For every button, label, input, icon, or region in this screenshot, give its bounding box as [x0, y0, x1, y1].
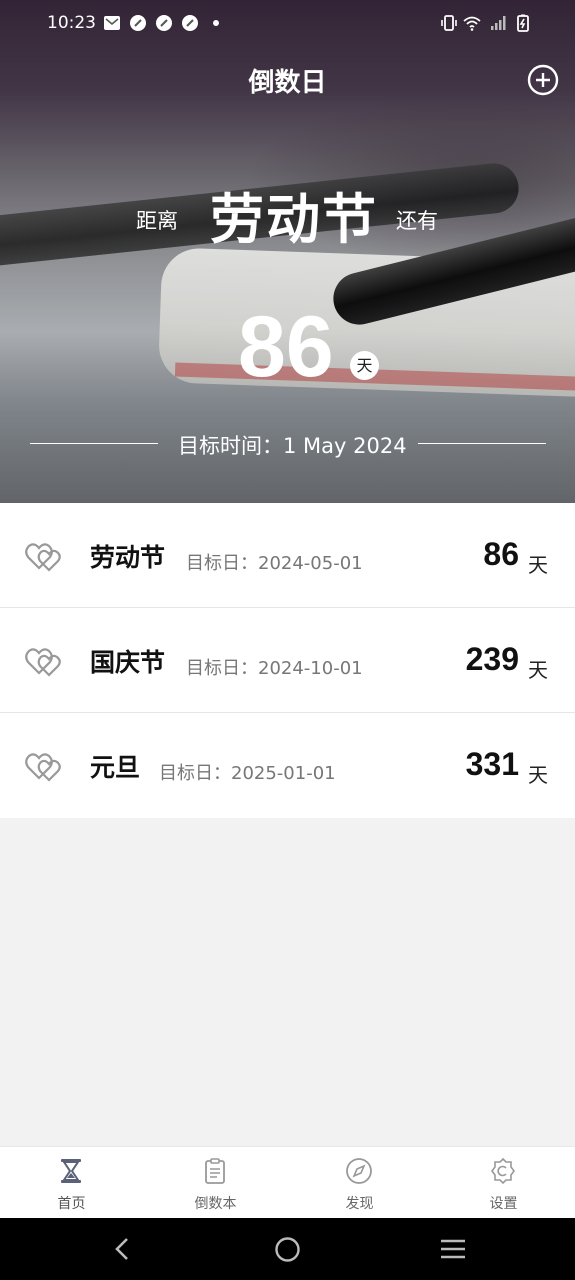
- gear-icon: [491, 1157, 515, 1185]
- event-date: 目标日：2024-10-01: [186, 658, 363, 679]
- double-heart-icon[interactable]: [25, 748, 65, 784]
- event-date: 目标日：2025-01-01: [159, 763, 336, 784]
- tab-settings[interactable]: 设置: [432, 1147, 575, 1219]
- compass-icon: [346, 1158, 372, 1184]
- tab-label: 首页: [57, 1196, 86, 1212]
- battery-charging-icon: [517, 14, 529, 32]
- event-day-unit: 天: [528, 658, 548, 682]
- divider-left: [30, 443, 158, 444]
- tab-label: 设置: [489, 1196, 518, 1212]
- event-name: 国庆节: [90, 648, 166, 677]
- event-name: 元旦: [90, 753, 141, 782]
- clipboard-icon: [205, 1158, 225, 1184]
- divider-right: [418, 443, 546, 444]
- event-days: 86: [483, 536, 519, 572]
- double-heart-icon[interactable]: [25, 643, 65, 679]
- app-notification-icon: [130, 15, 146, 31]
- app-notification-icon: [182, 15, 198, 31]
- countdown-list: 劳动节 目标日：2024-05-01 86 天 国庆节 目标日：2024-10-…: [0, 503, 575, 818]
- hero-day-unit: 天: [350, 351, 379, 380]
- vibrate-icon: [441, 15, 457, 31]
- tab-home[interactable]: 首页: [0, 1147, 143, 1219]
- plus-circle-icon[interactable]: [527, 64, 559, 96]
- list-item[interactable]: 元旦 目标日：2025-01-01 331 天: [0, 713, 575, 818]
- menu-icon[interactable]: [439, 1238, 467, 1260]
- hero-prefix: 距离: [136, 209, 178, 233]
- list-item[interactable]: 国庆节 目标日：2024-10-01 239 天: [0, 608, 575, 713]
- dot-icon: [213, 20, 219, 26]
- status-time: 10:23: [47, 13, 96, 33]
- status-bar: 10:23: [0, 0, 575, 46]
- hero-target-label: 目标时间：1 May 2024: [178, 434, 407, 458]
- event-days: 239: [465, 641, 519, 677]
- page-title: 倒数日: [248, 68, 327, 98]
- tab-label: 倒数本: [194, 1196, 237, 1212]
- hero-suffix: 还有: [396, 209, 438, 233]
- bottom-tab-bar: 首页 倒数本 发现 设置: [0, 1146, 575, 1218]
- tab-label: 发现: [345, 1196, 374, 1212]
- event-day-unit: 天: [528, 553, 548, 577]
- event-day-unit: 天: [528, 763, 548, 787]
- event-date: 目标日：2024-05-01: [186, 553, 363, 574]
- system-navigation-bar: [0, 1218, 575, 1280]
- mail-icon: [104, 16, 120, 30]
- double-heart-icon[interactable]: [25, 538, 65, 574]
- signal-icon: [491, 16, 506, 30]
- hero-event-name: 劳动节: [210, 188, 378, 251]
- back-icon[interactable]: [110, 1236, 134, 1262]
- hourglass-icon: [61, 1159, 81, 1183]
- event-days: 331: [465, 746, 519, 782]
- hero-target-time: 目标时间：1 May 2024: [0, 430, 575, 460]
- wifi-icon: [463, 16, 481, 31]
- home-circle-icon[interactable]: [274, 1236, 301, 1263]
- app-notification-icon: [156, 15, 172, 31]
- tab-countdown-book[interactable]: 倒数本: [144, 1147, 287, 1219]
- tab-discover[interactable]: 发现: [288, 1147, 431, 1219]
- list-item[interactable]: 劳动节 目标日：2024-05-01 86 天: [0, 503, 575, 608]
- event-name: 劳动节: [90, 543, 166, 572]
- hero-days-count: 86: [238, 299, 334, 395]
